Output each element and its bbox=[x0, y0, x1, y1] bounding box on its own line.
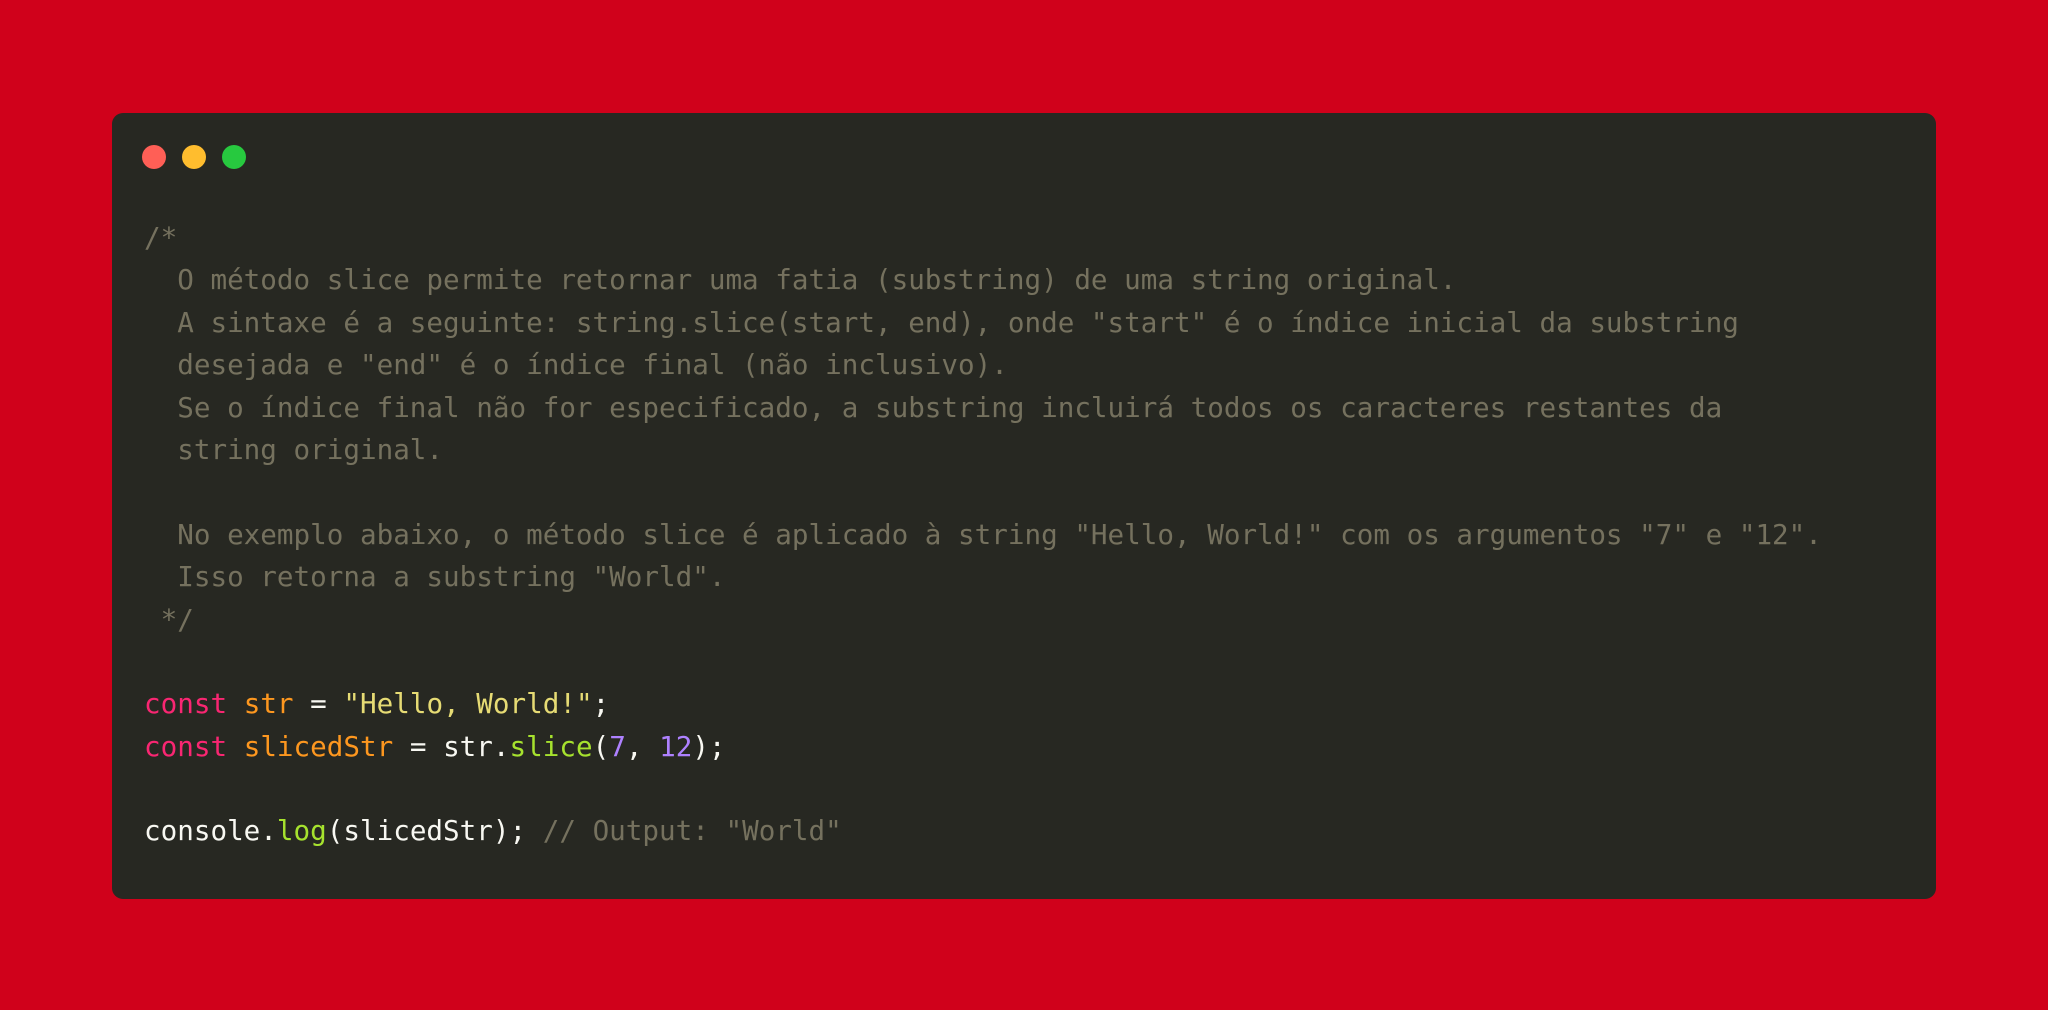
object-token: str. bbox=[443, 729, 510, 763]
comment-line: desejada e "end" é o índice final (não i… bbox=[144, 348, 1008, 382]
variable-token: str bbox=[243, 687, 294, 721]
number-token: 12 bbox=[659, 729, 693, 763]
comment-line: /* bbox=[144, 221, 178, 254]
variable-token: slicedStr bbox=[243, 729, 394, 763]
operator-token: = bbox=[393, 729, 444, 763]
code-line-console: console.log(slicedStr); // Output: "Worl… bbox=[144, 810, 1822, 852]
string-token: "Hello, World!" bbox=[343, 687, 593, 721]
comment-line: O método slice permite retornar uma fati… bbox=[144, 263, 1457, 297]
operator-token: = bbox=[293, 687, 344, 721]
punctuation-token: ; bbox=[592, 687, 610, 721]
comment-line bbox=[144, 471, 1822, 513]
comment-line: Se o índice final não for especificado, … bbox=[144, 390, 1723, 424]
object-token: console. bbox=[144, 814, 277, 848]
comment-line: string original. bbox=[144, 432, 444, 466]
maximize-dot-icon[interactable] bbox=[222, 145, 246, 169]
method-token: slice bbox=[509, 729, 593, 763]
number-token: 7 bbox=[609, 729, 626, 763]
punctuation-token: , bbox=[625, 729, 660, 763]
comment-line: A sintaxe é a seguinte: string.slice(sta… bbox=[144, 305, 1739, 339]
comment-line: No exemplo abaixo, o método slice é apli… bbox=[144, 517, 1822, 551]
punctuation-token: ( bbox=[592, 729, 610, 763]
code-window: /* O método slice permite retornar uma f… bbox=[112, 113, 1936, 899]
minimize-dot-icon[interactable] bbox=[182, 145, 206, 169]
comment-line: */ bbox=[144, 602, 194, 636]
args-token: (slicedStr); bbox=[326, 814, 527, 848]
keyword-token: const bbox=[144, 687, 228, 721]
inline-comment-token: // Output: "World" bbox=[542, 814, 842, 848]
code-line-str: const str = "Hello, World!"; bbox=[144, 683, 1822, 725]
punctuation-token: ); bbox=[692, 729, 726, 763]
code-line-sliced: const slicedStr = str.slice(7, 12); bbox=[144, 726, 1822, 768]
method-token: log bbox=[276, 814, 327, 848]
keyword-token: const bbox=[144, 729, 228, 763]
comment-line: Isso retorna a substring "World". bbox=[144, 560, 726, 594]
code-block: /* O método slice permite retornar uma f… bbox=[144, 217, 1822, 853]
close-dot-icon[interactable] bbox=[142, 145, 166, 169]
